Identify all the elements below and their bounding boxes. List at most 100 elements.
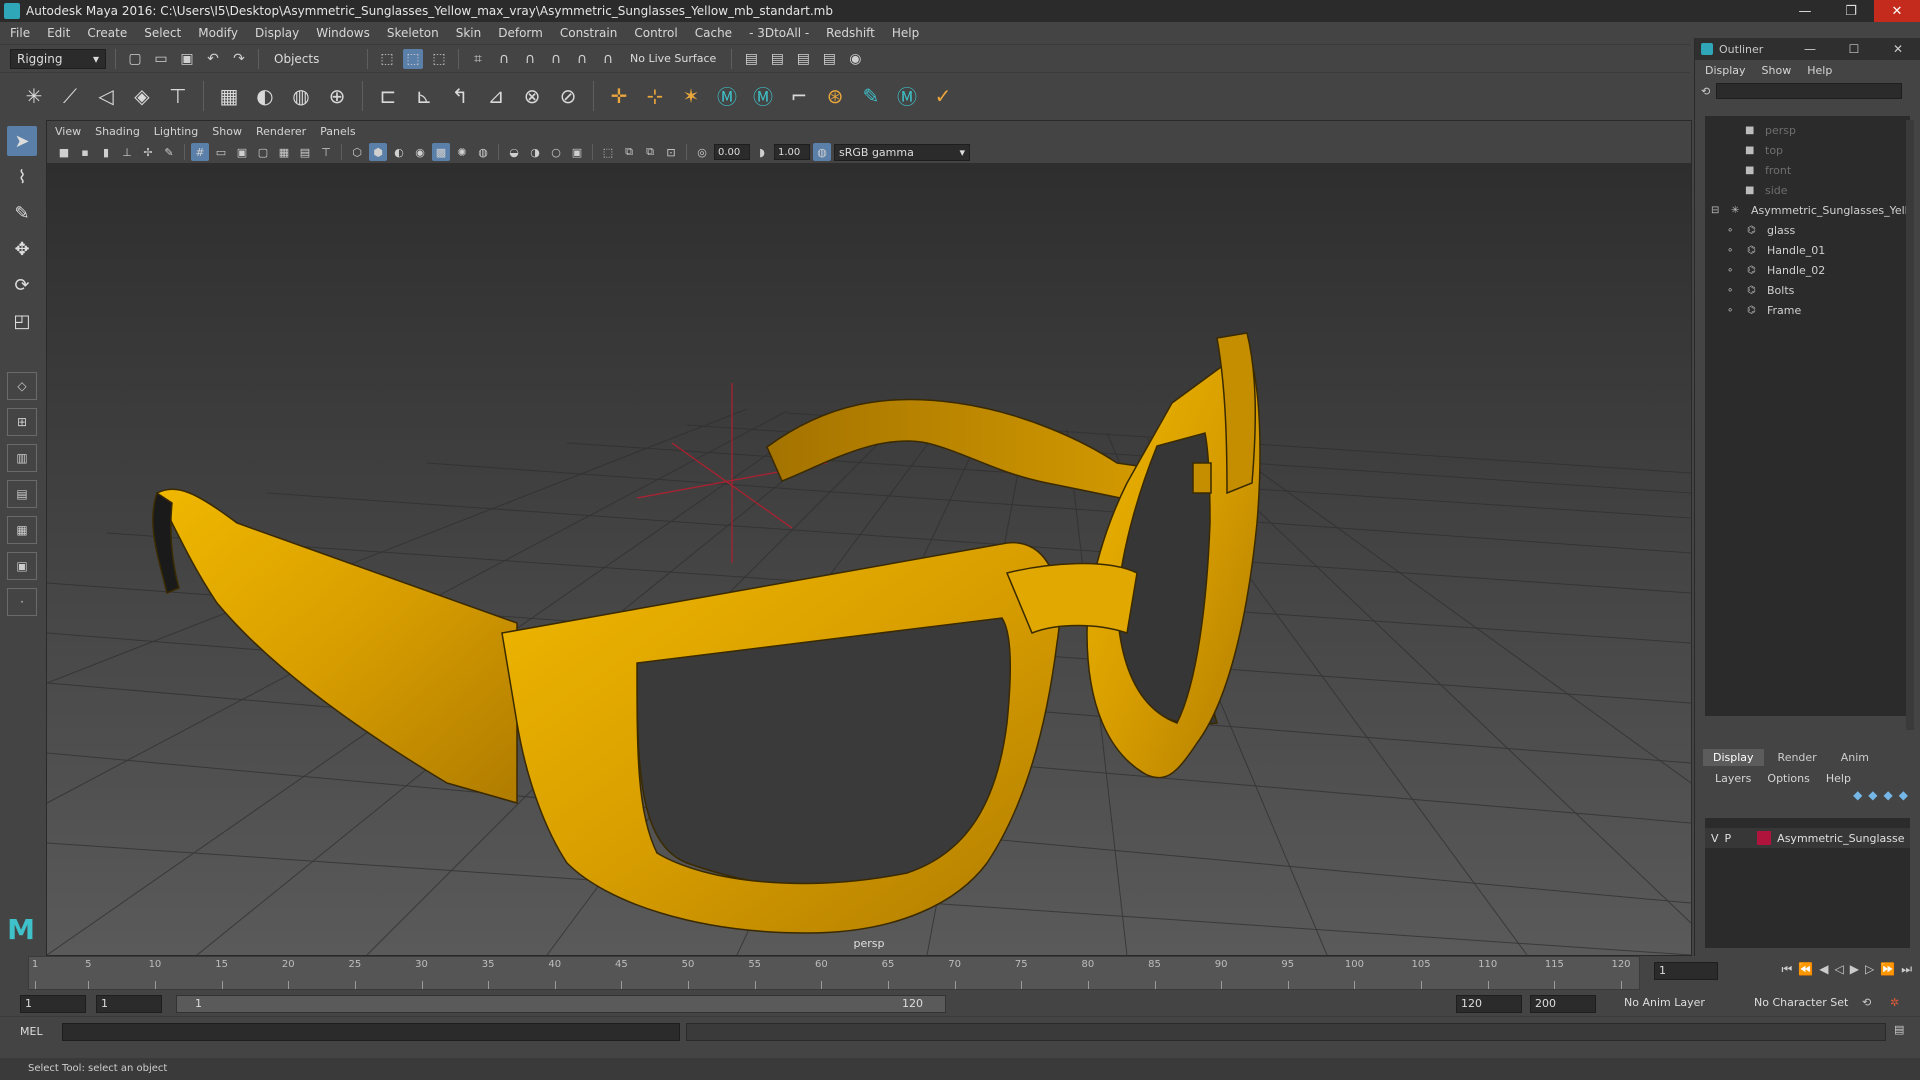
ipr-render-icon[interactable]: ▤ [793,49,813,69]
tree-item-persp[interactable]: ■ persp [1745,120,1796,140]
play-forward-icon[interactable]: ▶ [1850,962,1859,977]
play-backward-icon[interactable]: ◁ [1835,962,1844,977]
shadows-icon[interactable]: ✺ [453,143,471,161]
tree-item-frame[interactable]: ∘ ⌬ Frame [1727,300,1801,320]
select-tool-icon[interactable]: ➤ [7,126,37,156]
snap-surface-icon[interactable]: ∩ [572,49,592,69]
skin-bind-icon[interactable]: ⊹ [641,82,669,110]
viewport-menu-show[interactable]: Show [212,125,242,138]
lattice-icon[interactable]: ▦ [215,82,243,110]
textured-icon[interactable]: ◉ [411,143,429,161]
tree-item-top[interactable]: ■ top [1745,140,1783,160]
menu-set-dropdown[interactable]: Rigging ▾ [10,48,106,69]
xray-active-icon[interactable]: ⧉ [641,143,659,161]
hypershade-icon[interactable]: ◉ [845,49,865,69]
paint-weights-icon[interactable]: ✶ [677,82,705,110]
camera-select-icon[interactable]: ■ [55,143,73,161]
layer-playback-toggle[interactable]: P [1725,832,1732,845]
resolution-gate-icon[interactable]: ▣ [233,143,251,161]
check-icon[interactable]: ✓ [929,82,957,110]
move-tool-icon[interactable]: ✥ [7,234,37,264]
hik-icon[interactable]: Ⓜ [713,82,741,110]
menu-deform[interactable]: Deform [498,26,543,40]
menu-redshift[interactable]: Redshift [826,26,875,40]
layer-row[interactable]: V P Asymmetric_Sunglasse [1705,828,1910,848]
depth-of-field-icon[interactable]: ○ [547,143,565,161]
menu-select[interactable]: Select [144,26,181,40]
exposure-icon[interactable]: ◎ [693,143,711,161]
use-all-lights-icon[interactable]: ▩ [432,143,450,161]
xray-joints-icon[interactable]: ⧉ [620,143,638,161]
constraint-point-icon[interactable]: ⊾ [410,82,438,110]
ambient-occlusion-icon[interactable]: ◍ [474,143,492,161]
menu-display[interactable]: Display [255,26,299,40]
paint-select-icon[interactable]: ✎ [7,198,37,228]
hypershade-layout-icon[interactable]: ▣ [7,552,37,580]
safe-title-icon[interactable]: ⊤ [317,143,335,161]
playback-end-field[interactable]: 120 [1456,995,1522,1013]
anim-layer-dropdown[interactable]: No Anim Layer [1620,995,1730,1013]
blendshape-icon[interactable]: ⊛ [821,82,849,110]
viewport-scene[interactable] [47,163,1691,955]
field-chart-icon[interactable]: ▦ [275,143,293,161]
four-view-icon[interactable]: ⊞ [7,408,37,436]
render-settings-icon[interactable]: ▤ [819,49,839,69]
maximize-button[interactable]: ❐ [1828,0,1874,22]
menu-constrain[interactable]: Constrain [560,26,618,40]
move-layer-down-icon[interactable]: ◆ [1868,788,1877,808]
gamma-icon[interactable]: ◗ [753,143,771,161]
new-layer-icon[interactable]: ◆ [1884,788,1893,808]
hik-control-icon[interactable]: Ⓜ [893,82,921,110]
2d-pan-icon[interactable]: ✢ [139,143,157,161]
shelf-blank-icon[interactable]: ⌐ [785,82,813,110]
time-slider[interactable]: 1 5 10 15 20 25 30 35 40 45 50 55 60 65 70 75 80 85 90 95 10… [0,956,1920,992]
anim-end-field[interactable]: 200 [1530,995,1596,1013]
time-ruler[interactable]: 1 5 10 15 20 25 30 35 40 45 50 55 60 65 70 75 80 85 90 95 10… [28,956,1640,990]
xray-icon[interactable]: ▣ [568,143,586,161]
tree-item-root[interactable]: ⊟ ✳ Asymmetric_Sunglasses_Yello [1711,200,1914,220]
tree-item-front[interactable]: ■ front [1745,160,1791,180]
tab-display[interactable]: Display [1703,748,1764,766]
wireframe-icon[interactable]: ⬡ [348,143,366,161]
wrap-icon[interactable]: ◐ [251,82,279,110]
preferences-icon[interactable]: ✲ [1890,996,1899,1009]
outliner-minimize-button[interactable]: — [1788,38,1832,60]
snap-grid-icon[interactable]: ⌗ [468,49,488,69]
constraint-aim-icon[interactable]: ⊗ [518,82,546,110]
step-back-key-icon[interactable]: ⏪ [1798,962,1813,977]
command-input[interactable] [62,1023,680,1041]
default-lighting-icon[interactable]: ◐ [390,143,408,161]
cluster-icon[interactable]: ◍ [287,82,315,110]
layer-color-swatch[interactable] [1757,831,1772,845]
view-transform-dropdown[interactable]: sRGB gamma ▾ [834,143,970,161]
render-view-icon[interactable]: ▤ [741,49,761,69]
close-button[interactable]: ✕ [1874,0,1920,22]
film-gate-icon[interactable]: ▭ [212,143,230,161]
layer-visibility-toggle[interactable]: V [1711,832,1719,845]
snap-point-icon[interactable]: ∩ [520,49,540,69]
grid-toggle-icon[interactable]: # [191,143,209,161]
layer-menu-options[interactable]: Options [1767,772,1809,785]
outliner-search-input[interactable] [1716,83,1903,99]
collapse-icon[interactable]: ⊟ [1711,205,1725,216]
exposure-field[interactable]: 0.00 [714,144,750,160]
sculpt-icon[interactable]: ⊕ [323,82,351,110]
joint-tool-icon[interactable]: ✳ [20,82,48,110]
character-set-dropdown[interactable]: No Character Set [1750,995,1870,1013]
outliner-maximize-button[interactable]: ☐ [1832,38,1876,60]
viewport-menu-renderer[interactable]: Renderer [256,125,306,138]
gate-mask-icon[interactable]: ▢ [254,143,272,161]
menu-windows[interactable]: Windows [316,26,370,40]
tree-item-side[interactable]: ■ side [1745,180,1788,200]
selection-mode-dropdown[interactable]: Objects [268,48,358,69]
tree-item-glass[interactable]: ∘ ⌬ glass [1727,220,1795,240]
playback-start-field[interactable]: 1 [96,995,162,1013]
outliner-scrollbar[interactable] [1906,120,1914,730]
split-view-icon[interactable]: ▥ [7,444,37,472]
outliner-menu-help[interactable]: Help [1807,64,1832,77]
lasso-tool-icon[interactable]: ⌇ [7,162,37,192]
snap-view-icon[interactable]: ∩ [546,49,566,69]
hik-character-icon[interactable]: Ⓜ [749,82,777,110]
mel-label[interactable]: MEL [20,1025,43,1038]
motion-blur-icon[interactable]: ◒ [505,143,523,161]
